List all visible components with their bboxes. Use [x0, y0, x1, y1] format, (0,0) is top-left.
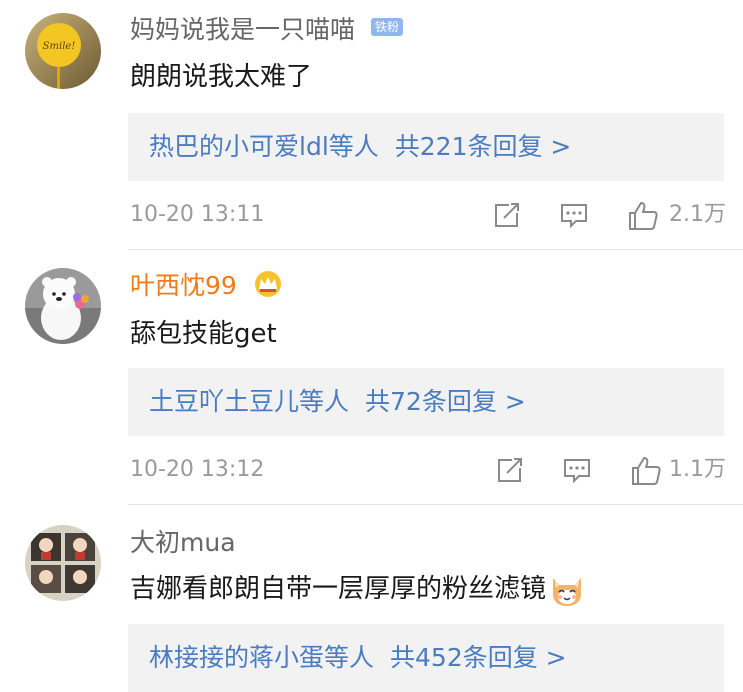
comment-meta: 10-20 13:11 2.1万 — [130, 198, 726, 232]
svg-text:Smile!: Smile! — [43, 41, 76, 52]
like-icon[interactable] — [627, 200, 659, 232]
crown-icon — [254, 271, 281, 297]
share-icon[interactable] — [495, 455, 525, 485]
reply-summary[interactable]: 土豆吖土豆儿等人 共72条回复 > — [128, 368, 724, 436]
divider — [128, 249, 743, 250]
reply-summary[interactable]: 热巴的小可爱ldl等人 共221条回复 > — [128, 113, 724, 181]
divider — [128, 504, 743, 505]
like-count: 1.1万 — [669, 457, 726, 482]
cat-emoji-icon — [553, 578, 582, 606]
comment-meta: 10-20 13:12 1.1万 — [130, 453, 726, 487]
comment-icon[interactable] — [562, 455, 592, 485]
reply-users: 林接接的蒋小蛋等人 — [149, 643, 375, 672]
reply-total: 共72条回复 > — [365, 387, 526, 416]
comment-text: 朗朗说我太难了 — [130, 62, 313, 92]
reply-total: 共221条回复 > — [394, 132, 572, 161]
username[interactable]: 叶西忱99 — [130, 271, 237, 300]
reply-users: 热巴的小可爱ldl等人 — [149, 132, 379, 161]
fan-badge: 铁粉 — [370, 18, 403, 36]
like-icon[interactable] — [630, 455, 662, 487]
username[interactable]: 大初mua — [130, 528, 236, 557]
timestamp: 10-20 13:11 — [130, 202, 265, 227]
avatar[interactable] — [25, 525, 101, 601]
username[interactable]: 妈妈说我是一只喵喵 — [130, 15, 355, 44]
reply-users: 土豆吖土豆儿等人 — [149, 387, 350, 416]
avatar[interactable]: Smile! — [25, 13, 101, 89]
reply-total: 共452条回复 > — [390, 643, 567, 672]
avatar[interactable] — [25, 268, 101, 344]
reply-summary[interactable]: 林接接的蒋小蛋等人 共452条回复 > — [128, 624, 724, 692]
share-icon[interactable] — [492, 200, 522, 230]
timestamp: 10-20 13:12 — [130, 457, 265, 482]
comment-text: 舔包技能get — [130, 319, 277, 349]
like-count: 2.1万 — [669, 202, 726, 227]
comment-text: 吉娜看郎朗自带一层厚厚的粉丝滤镜 — [130, 574, 547, 604]
comment-icon[interactable] — [559, 200, 589, 230]
